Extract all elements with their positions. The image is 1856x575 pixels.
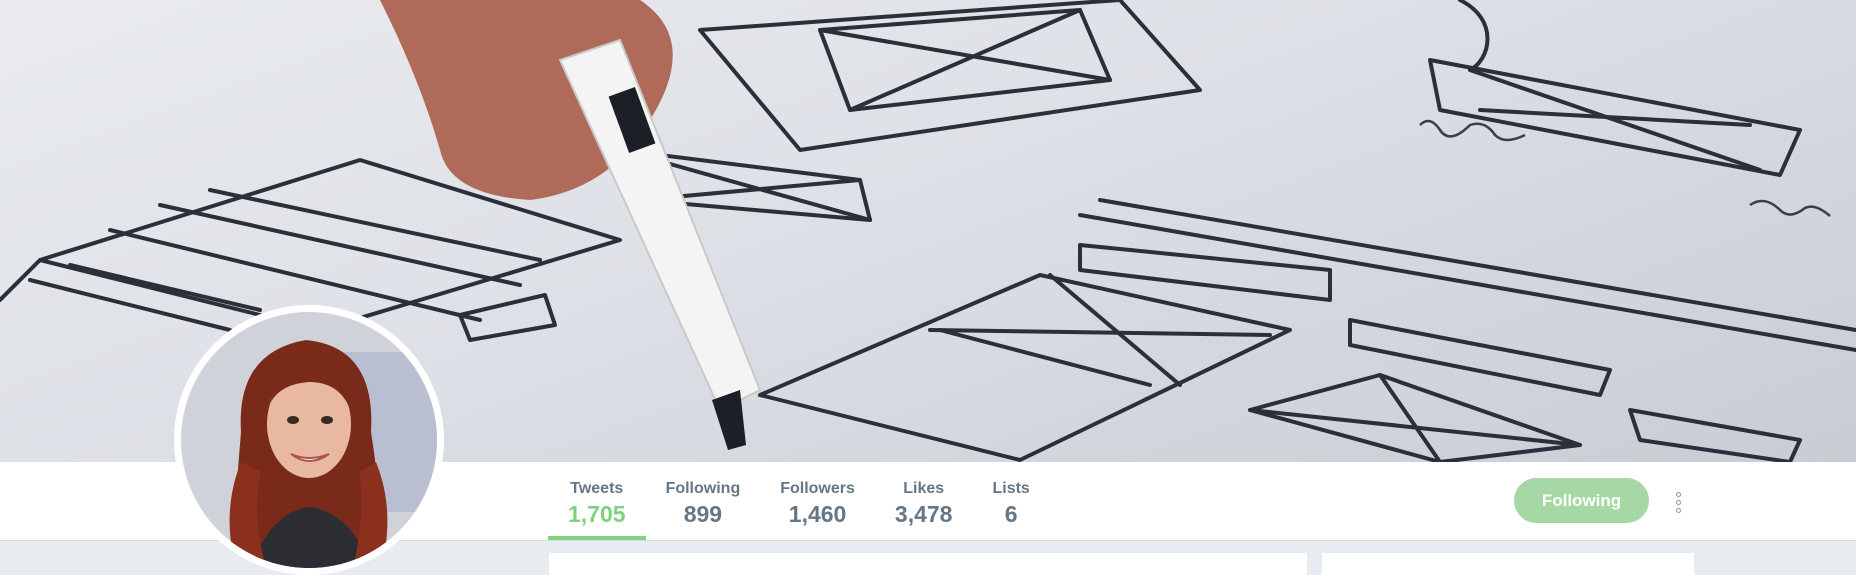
stat-value: 899 [683, 501, 723, 527]
stat-value: 6 [1004, 501, 1018, 527]
stat-value: 1,705 [568, 501, 626, 527]
profile-avatar[interactable] [174, 305, 444, 575]
stat-label: Following [665, 480, 741, 497]
stat-followers[interactable]: Followers 1,460 [760, 462, 875, 540]
stat-label: Lists [992, 480, 1030, 497]
timeline-card [549, 553, 1307, 575]
stat-value: 3,478 [894, 501, 953, 527]
vertical-ellipsis-icon[interactable] [1668, 484, 1688, 520]
stat-likes[interactable]: Likes 3,478 [875, 462, 973, 540]
stat-following[interactable]: Following 899 [646, 462, 761, 540]
profile-photo-icon [181, 312, 437, 568]
stat-label: Tweets [570, 480, 624, 497]
sidebar-card [1322, 553, 1694, 575]
stat-lists[interactable]: Lists 6 [972, 462, 1049, 540]
stat-label: Followers [780, 480, 855, 497]
profile-stats: Tweets 1,705 Following 899 Followers 1,4… [548, 462, 1050, 540]
following-button[interactable]: Following [1514, 478, 1649, 523]
stat-tweets[interactable]: Tweets 1,705 [548, 462, 646, 540]
stat-label: Likes [903, 480, 945, 497]
stat-value: 1,460 [788, 501, 847, 527]
